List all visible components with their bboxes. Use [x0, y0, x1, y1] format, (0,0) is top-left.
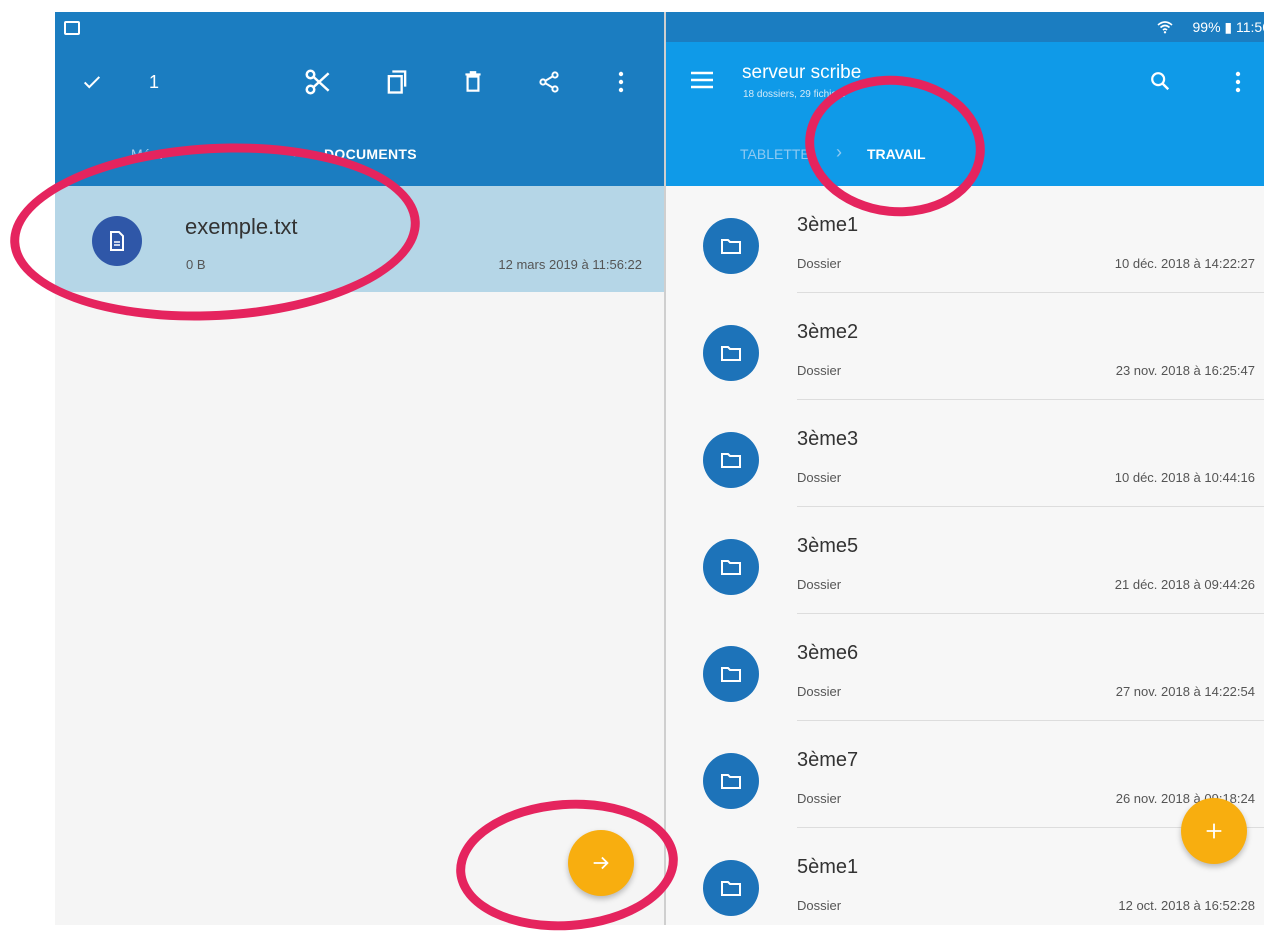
- folder-date: 26 nov. 2018 à 09:18:24: [1116, 791, 1255, 806]
- server-title: serveur scribe: [742, 62, 861, 84]
- folder-name: 3ème7: [797, 749, 858, 772]
- breadcrumb-parent[interactable]: Mém: [131, 146, 163, 162]
- breadcrumb-current[interactable]: TRAVAIL: [867, 146, 926, 162]
- wifi-icon: [1157, 20, 1173, 34]
- folder-type: Dossier: [797, 898, 841, 913]
- folder-row[interactable]: 3ème7 Dossier 26 nov. 2018 à 09:18:24: [666, 721, 1264, 828]
- breadcrumb-separator-icon: ›: [836, 142, 842, 163]
- breadcrumb-separator-icon: ›: [293, 142, 299, 163]
- arrow-right-icon: [590, 852, 612, 874]
- folder-row[interactable]: 3ème5 Dossier 21 déc. 2018 à 09:44:26: [666, 507, 1264, 614]
- right-status-bar: 99% ▮ 11:56: [666, 12, 1264, 42]
- menu-icon[interactable]: [690, 70, 714, 90]
- folder-date: 12 oct. 2018 à 16:52:28: [1118, 898, 1255, 913]
- folder-name: 3ème5: [797, 535, 858, 558]
- tablet-screen: 1 Mém › DOCUMENTS: [55, 12, 1264, 925]
- more-vert-icon[interactable]: [617, 64, 625, 100]
- folder-date: 10 déc. 2018 à 10:44:16: [1115, 470, 1255, 485]
- folder-name: 3ème6: [797, 642, 858, 665]
- folder-date: 23 nov. 2018 à 16:25:47: [1116, 363, 1255, 378]
- left-pane: 1 Mém › DOCUMENTS: [55, 12, 664, 925]
- file-row-selected[interactable]: exemple.txt 0 B 12 mars 2019 à 11:56:22: [55, 186, 664, 292]
- app-bar: serveur scribe 18 dossiers, 29 fichiers: [666, 42, 1264, 122]
- status-text: 99% ▮ 11:56: [1193, 19, 1264, 36]
- server-subtitle: 18 dossiers, 29 fichiers: [743, 89, 845, 100]
- plus-icon: [1203, 820, 1225, 842]
- copy-icon[interactable]: [383, 64, 411, 100]
- breadcrumb-current[interactable]: DOCUMENTS: [324, 146, 417, 162]
- folder-date: 27 nov. 2018 à 14:22:54: [1116, 684, 1255, 699]
- folder-type: Dossier: [797, 577, 841, 592]
- folder-row[interactable]: 5ème1 Dossier 12 oct. 2018 à 16:52:28: [666, 828, 1264, 925]
- folder-row[interactable]: 3ème1 Dossier 10 déc. 2018 à 14:22:27: [666, 186, 1264, 293]
- folder-date: 21 déc. 2018 à 09:44:26: [1115, 577, 1255, 592]
- delete-icon[interactable]: [460, 64, 486, 100]
- folder-icon: [703, 432, 759, 488]
- folder-name: 3ème2: [797, 321, 858, 344]
- selection-count: 1: [149, 64, 159, 100]
- folder-type: Dossier: [797, 363, 841, 378]
- breadcrumb: TABLETTE › TRAVAIL: [666, 122, 1264, 186]
- selection-toolbar: 1: [55, 42, 664, 122]
- folder-type: Dossier: [797, 684, 841, 699]
- folder-name: 3ème1: [797, 214, 858, 237]
- folder-name: 3ème3: [797, 428, 858, 451]
- file-icon: [92, 216, 142, 266]
- move-button[interactable]: [568, 830, 634, 896]
- folder-icon: [703, 860, 759, 916]
- right-pane: 99% ▮ 11:56 serveur scribe 18 dossiers, …: [666, 12, 1264, 925]
- file-size: 0 B: [186, 257, 206, 272]
- folder-row[interactable]: 3ème2 Dossier 23 nov. 2018 à 16:25:47: [666, 293, 1264, 400]
- file-name: exemple.txt: [185, 214, 298, 240]
- file-date: 12 mars 2019 à 11:56:22: [498, 257, 642, 272]
- check-icon[interactable]: [81, 64, 103, 100]
- add-button[interactable]: [1181, 798, 1247, 864]
- folder-row[interactable]: 3ème3 Dossier 10 déc. 2018 à 10:44:16: [666, 400, 1264, 507]
- folder-icon: [703, 753, 759, 809]
- breadcrumb-parent[interactable]: TABLETTE: [740, 146, 810, 162]
- folder-type: Dossier: [797, 256, 841, 271]
- breadcrumb: Mém › DOCUMENTS: [55, 122, 664, 186]
- folder-type: Dossier: [797, 470, 841, 485]
- more-vert-icon[interactable]: [1234, 71, 1242, 93]
- folder-icon: [703, 539, 759, 595]
- share-icon[interactable]: [537, 64, 561, 100]
- gallery-icon: [64, 21, 80, 35]
- folder-name: 5ème1: [797, 856, 858, 879]
- folder-row[interactable]: 3ème6 Dossier 27 nov. 2018 à 14:22:54: [666, 614, 1264, 721]
- left-status-bar: [55, 12, 664, 42]
- folder-date: 10 déc. 2018 à 14:22:27: [1115, 256, 1255, 271]
- folder-icon: [703, 218, 759, 274]
- cut-icon[interactable]: [303, 64, 333, 100]
- folder-type: Dossier: [797, 791, 841, 806]
- folder-icon: [703, 646, 759, 702]
- search-icon[interactable]: [1149, 70, 1171, 92]
- folder-icon: [703, 325, 759, 381]
